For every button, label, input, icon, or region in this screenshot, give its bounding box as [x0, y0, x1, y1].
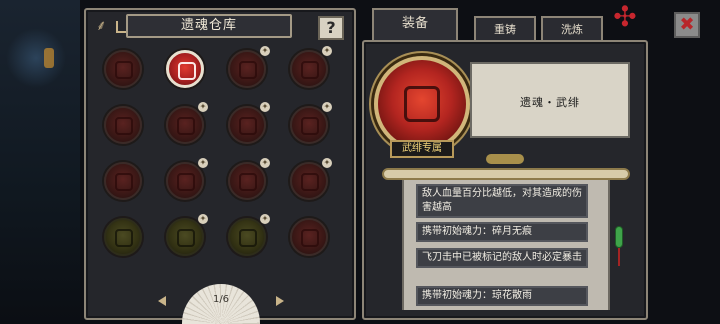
- soul-face-icon: [115, 173, 133, 191]
- soul-slot[interactable]: ✦: [228, 214, 270, 256]
- pinwheel-ornament-icon: ✣: [613, 0, 637, 33]
- soul-slot[interactable]: ✦: [166, 158, 208, 200]
- scroll-knot-ornament: [480, 150, 530, 168]
- equipped-star-icon: ✦: [260, 102, 270, 112]
- soul-slot[interactable]: ✦: [290, 158, 332, 200]
- soul-slot[interactable]: [104, 218, 142, 256]
- equipped-star-icon: ✦: [322, 102, 332, 112]
- soul-slot-grid: ✦ ✦ ✦ ✦ ✦ ✦ ✦ ✦ ✦ ✦: [102, 46, 342, 280]
- soul-face-icon: [177, 117, 195, 135]
- soul-face-icon: [239, 61, 257, 79]
- soul-slot[interactable]: [290, 218, 328, 256]
- page-pager: 1/6: [156, 282, 286, 324]
- equipped-star-icon: ✦: [260, 46, 270, 56]
- soul-face-icon: [177, 229, 195, 247]
- soul-slot[interactable]: ✦: [290, 102, 332, 144]
- scroll-top-rod: [382, 168, 630, 180]
- tab-equip[interactable]: 装备: [372, 8, 458, 42]
- soul-face-icon: [115, 229, 133, 247]
- soul-name: 遗魂・武绯: [520, 96, 580, 109]
- soul-face-icon: [301, 61, 319, 79]
- equipped-star-icon: ✦: [198, 214, 208, 224]
- background-glow: [6, 28, 66, 88]
- soul-warehouse-panel: ⸙ 遗魂仓库 ? ✦ ✦ ✦ ✦ ✦ ✦ ✦ ✦ ✦ ✦ 1/6: [84, 8, 356, 324]
- help-button[interactable]: ?: [318, 16, 344, 40]
- soul-slot[interactable]: [104, 50, 142, 88]
- page-indicator: 1/6: [212, 294, 230, 305]
- soul-face-icon: [177, 173, 195, 191]
- tassel-cord: [618, 248, 620, 266]
- background-lantern: [44, 48, 54, 68]
- jade-tassel-ornament: [614, 222, 624, 266]
- next-page-arrow-icon[interactable]: [276, 296, 284, 306]
- jade-bead: [615, 226, 623, 248]
- soul-slot[interactable]: [166, 50, 204, 88]
- effect-scroll[interactable]: 敌人血量百分比越低，对其造成的伤害越高 携带初始魂力：碎月无痕 飞刀击中已被标记…: [402, 180, 610, 310]
- soul-face-icon: [301, 173, 319, 191]
- soul-face-icon: [115, 117, 133, 135]
- close-button[interactable]: ✖: [674, 12, 700, 38]
- soul-face-icon: [178, 62, 196, 80]
- equipped-star-icon: ✦: [322, 46, 332, 56]
- soul-slot[interactable]: ✦: [228, 102, 270, 144]
- soul-face-icon: [301, 117, 319, 135]
- background-scene: [0, 0, 80, 324]
- soul-face-icon: [301, 229, 319, 247]
- soul-slot[interactable]: ✦: [166, 214, 208, 256]
- equipped-star-icon: ✦: [322, 158, 332, 168]
- effect-item: 携带初始魂力：琼花散雨: [416, 286, 588, 306]
- warehouse-title: 遗魂仓库: [116, 14, 292, 38]
- effect-item: 敌人血量百分比越低，对其造成的伤害越高: [416, 184, 588, 218]
- soul-slot[interactable]: [104, 106, 142, 144]
- soul-slot[interactable]: ✦: [166, 102, 208, 144]
- equipped-star-icon: ✦: [260, 214, 270, 224]
- selected-soul-icon: [374, 56, 470, 152]
- soul-slot[interactable]: [104, 162, 142, 200]
- soul-name-box: 遗魂・武绯: [470, 62, 630, 138]
- soul-face-icon: [239, 173, 257, 191]
- soul-slot[interactable]: ✦: [290, 46, 332, 88]
- equipped-star-icon: ✦: [198, 102, 208, 112]
- soul-face-icon: [115, 61, 133, 79]
- soul-face-icon: [239, 229, 257, 247]
- soul-face-icon: [239, 117, 257, 135]
- equipped-star-icon: ✦: [198, 158, 208, 168]
- effect-item: 携带初始魂力：碎月无痕: [416, 222, 588, 242]
- soul-slot[interactable]: ✦: [228, 158, 270, 200]
- exclusive-badge: 武绯专属: [390, 140, 454, 158]
- prev-page-arrow-icon[interactable]: [158, 296, 166, 306]
- soul-face-icon: [404, 86, 440, 122]
- soul-slot[interactable]: ✦: [228, 46, 270, 88]
- effect-item: 飞刀击中已被标记的敌人时必定暴击: [416, 248, 588, 268]
- equipped-star-icon: ✦: [260, 158, 270, 168]
